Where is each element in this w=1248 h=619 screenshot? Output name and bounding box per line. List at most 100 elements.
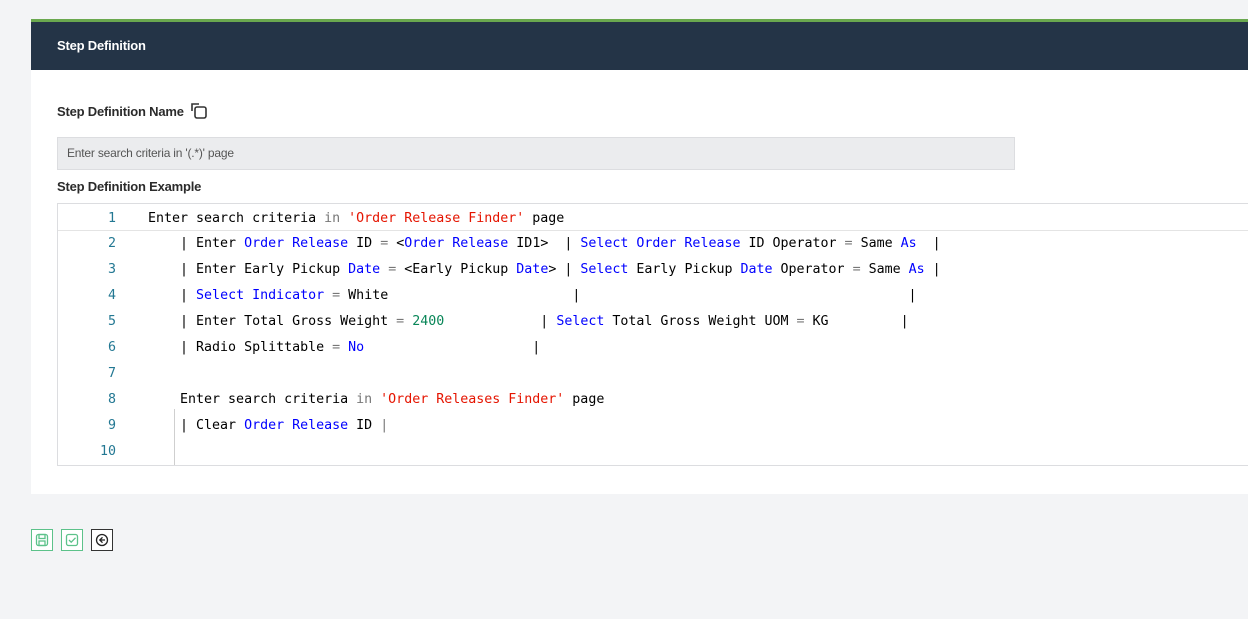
code-line: 4 | Select Indicator = White | |: [58, 283, 1248, 309]
code-token: =: [388, 262, 397, 277]
code-token: | Enter Early Pickup: [148, 262, 349, 277]
code-token: ID: [348, 236, 381, 251]
line-number: 2: [107, 236, 116, 251]
code-text: | Select Indicator = White | |: [148, 283, 917, 309]
code-token: Select: [580, 262, 629, 277]
code-token: ID: [348, 418, 381, 433]
code-text: | Enter Order Release ID = <Order Releas…: [148, 231, 941, 257]
code-line: 6 | Radio Splittable = No |: [58, 335, 1248, 361]
code-token: | Enter Total Gross Weight: [148, 314, 397, 329]
code-token: | Clear: [148, 418, 245, 433]
code-token: Enter search criteria: [148, 392, 357, 407]
line-number: 7: [107, 366, 116, 381]
code-line: 5 | Enter Total Gross Weight = 2400 | Se…: [58, 309, 1248, 335]
code-token: White | |: [340, 288, 917, 303]
save-button[interactable]: [31, 529, 53, 551]
code-token: =: [380, 236, 397, 251]
code-token: =: [796, 314, 805, 329]
code-token: page: [564, 392, 605, 407]
code-token: |: [380, 418, 389, 433]
code-token: Select Order Release: [580, 236, 741, 251]
line-number: 6: [107, 340, 116, 355]
panel-header: Step Definition: [31, 22, 1248, 70]
code-token: in: [324, 211, 349, 226]
code-token: No: [348, 340, 365, 355]
line-number: 10: [99, 444, 116, 459]
code-line: 9 | Clear Order Release ID |: [58, 413, 1248, 439]
code-text: | Enter Early Pickup Date = <Early Picku…: [148, 257, 941, 283]
code-token: ID Operator: [740, 236, 845, 251]
code-token: |: [444, 314, 557, 329]
code-token: 'Order Release Finder': [348, 211, 525, 226]
code-text: | Enter Total Gross Weight = 2400 | Sele…: [148, 309, 909, 335]
step-definition-name-label: Step Definition Name: [57, 102, 208, 120]
line-number: 5: [107, 314, 116, 329]
code-token: |: [364, 340, 541, 355]
code-line: 2 | Enter Order Release ID = <Order Rele…: [58, 231, 1248, 257]
code-token: =: [332, 340, 341, 355]
code-token: Same: [860, 262, 909, 277]
copy-icon[interactable]: [190, 102, 208, 120]
code-token: Order Release: [244, 418, 349, 433]
code-text: Enter search criteria in 'Order Releases…: [148, 387, 604, 413]
code-token: Date: [740, 262, 773, 277]
code-token: in: [356, 392, 381, 407]
code-token: Select Indicator: [196, 288, 325, 303]
code-line: 1 Enter search criteria in 'Order Release…: [58, 207, 1248, 231]
line-number: 4: [107, 288, 116, 303]
code-line: 7: [58, 361, 1248, 387]
code-token: As: [900, 236, 917, 251]
code-text: Enter search criteria in 'Order Release …: [148, 207, 564, 230]
code-token: KG |: [804, 314, 909, 329]
code-token: Order Release: [404, 236, 509, 251]
code-token: Operator: [772, 262, 853, 277]
line-number: 8: [107, 392, 116, 407]
code-token: Select: [556, 314, 605, 329]
code-token: <Early Pickup: [396, 262, 517, 277]
code-token: page: [524, 211, 565, 226]
code-token: 'Order Releases Finder': [380, 392, 565, 407]
check-square-icon: [65, 533, 79, 547]
code-token: |: [916, 236, 941, 251]
code-token: |: [924, 262, 941, 277]
code-token: Order Release: [244, 236, 349, 251]
code-token: =: [852, 262, 861, 277]
code-line: 3 | Enter Early Pickup Date = <Early Pic…: [58, 257, 1248, 283]
code-token: Total Gross Weight UOM: [604, 314, 797, 329]
step-definition-example-label: Step Definition Example: [57, 179, 202, 194]
code-token: | Radio Splittable: [148, 340, 333, 355]
code-line: 8 Enter search criteria in 'Order Releas…: [58, 387, 1248, 413]
arrow-left-circle-icon: [95, 533, 109, 547]
code-text: | Clear Order Release ID |: [148, 413, 388, 439]
line-number: 1: [107, 211, 116, 226]
code-token: =: [332, 288, 341, 303]
code-token: As: [908, 262, 925, 277]
code-token: =: [844, 236, 853, 251]
code-token: Same: [852, 236, 901, 251]
code-token: Date: [516, 262, 549, 277]
code-text: | Radio Splittable = No |: [148, 335, 540, 361]
code-token: 2400: [412, 314, 445, 329]
code-token: =: [396, 314, 405, 329]
code-token: Early Pickup: [628, 262, 741, 277]
code-token: |: [148, 288, 197, 303]
code-token: Enter search criteria: [148, 211, 325, 226]
line-number: 3: [107, 262, 116, 277]
step-definition-name-text: Step Definition Name: [57, 103, 184, 119]
code-editor[interactable]: 1 Enter search criteria in 'Order Release…: [57, 203, 1248, 466]
code-token: ID1> |: [508, 236, 581, 251]
validate-button[interactable]: [61, 529, 83, 551]
code-token: > |: [548, 262, 581, 277]
step-definition-name-field[interactable]: Enter search criteria in '(.*)' page: [57, 137, 1015, 170]
line-number: 9: [107, 418, 116, 433]
step-definition-card: Step Definition Step Definition Name Ent…: [31, 19, 1248, 494]
code-token: Date: [348, 262, 381, 277]
back-button[interactable]: [91, 529, 113, 551]
code-line: 10: [58, 439, 1248, 465]
code-token: | Enter: [148, 236, 245, 251]
save-icon: [35, 533, 49, 547]
